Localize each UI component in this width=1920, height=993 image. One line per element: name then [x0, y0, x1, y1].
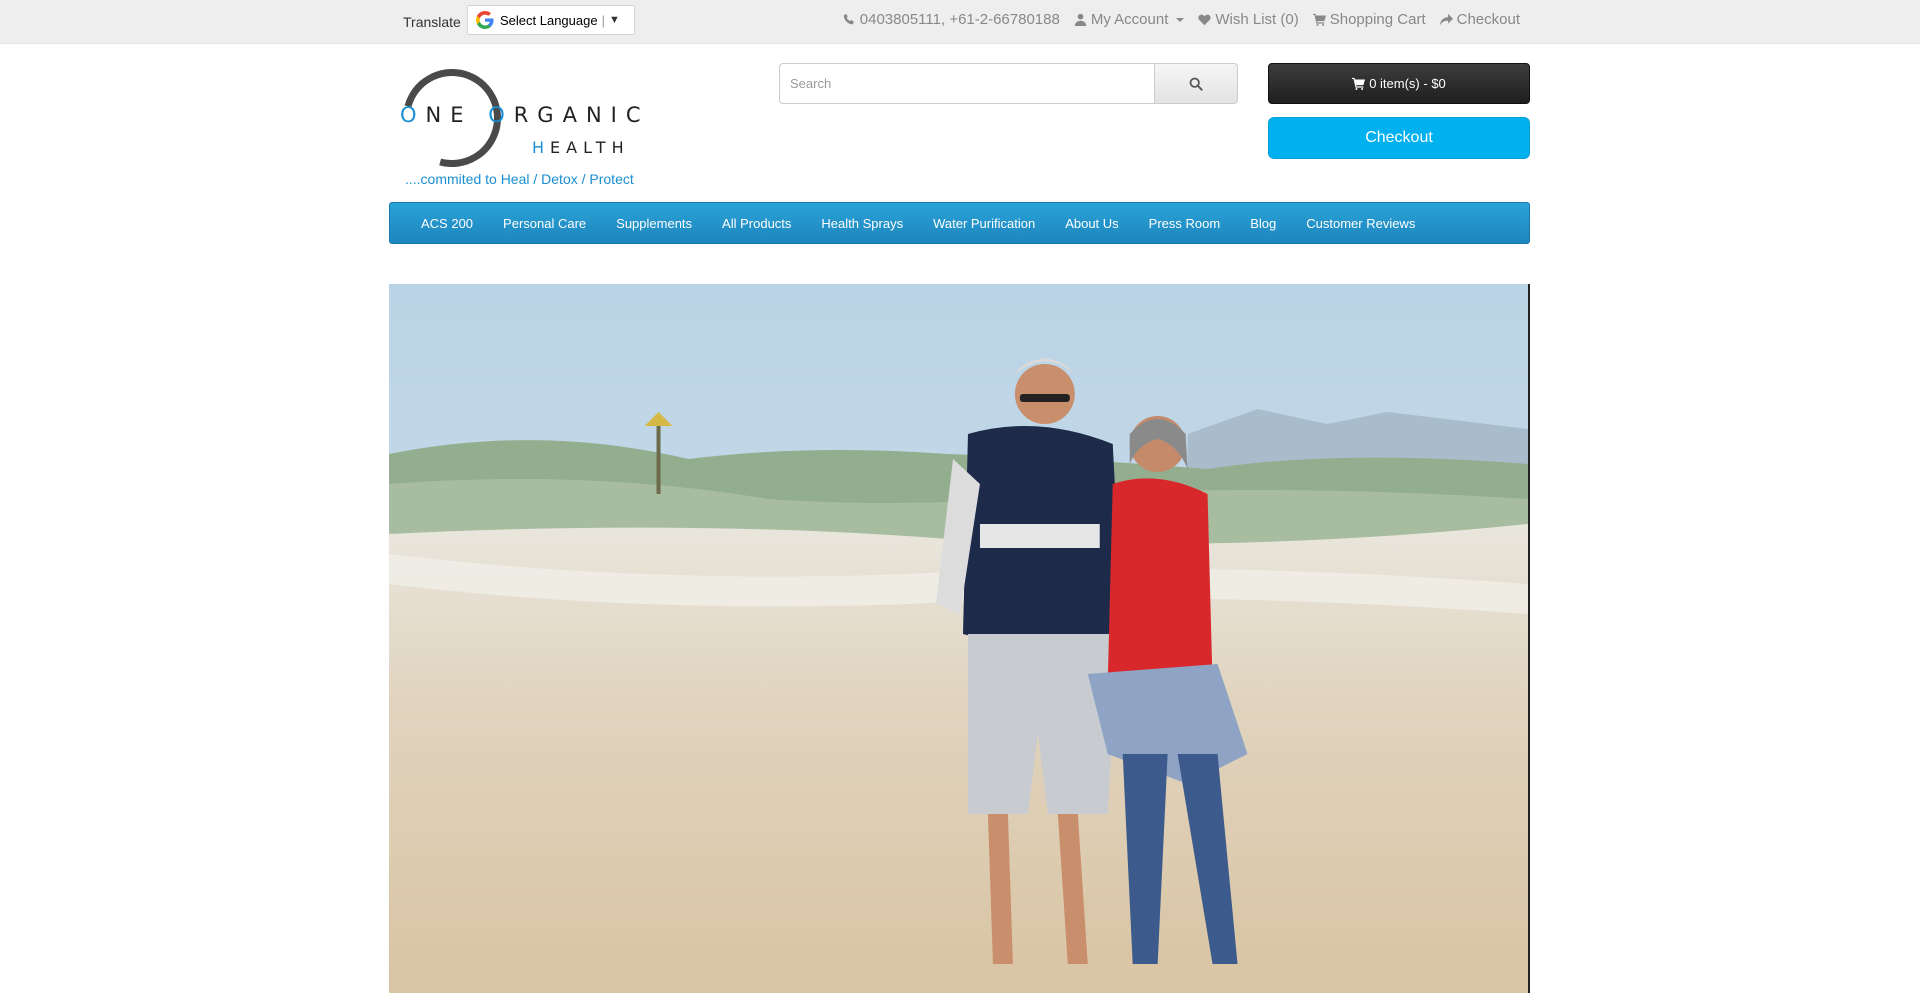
cart-summary-button[interactable]: 0 item(s) - $0: [1268, 63, 1530, 104]
checkout-link-label: Checkout: [1456, 11, 1520, 28]
checkout-button[interactable]: Checkout: [1268, 117, 1530, 159]
nav-item-customer-reviews[interactable]: Customer Reviews: [1291, 216, 1430, 231]
cart-icon: [1312, 13, 1326, 26]
main-nav: ACS 200 Personal Care Supplements All Pr…: [389, 202, 1530, 244]
nav-item-press-room[interactable]: Press Room: [1134, 216, 1236, 231]
nav-item-supplements[interactable]: Supplements: [601, 216, 707, 231]
shopping-cart-label: Shopping Cart: [1329, 11, 1426, 28]
share-icon: [1439, 13, 1453, 26]
translate-label: Translate: [403, 14, 461, 30]
nav-item-personal-care[interactable]: Personal Care: [488, 216, 601, 231]
language-select-divider: |: [601, 12, 605, 28]
nav-item-blog[interactable]: Blog: [1235, 216, 1291, 231]
nav-item-health-sprays[interactable]: Health Sprays: [806, 216, 918, 231]
logo-wordmark-line2: HEALTH: [532, 138, 630, 157]
my-account-label: My Account: [1090, 11, 1169, 28]
caret-down-icon: [1176, 17, 1185, 22]
site-logo[interactable]: ONE ORGANIC HEALTH ....commited to Heal …: [385, 51, 668, 191]
nav-item-water-purification[interactable]: Water Purification: [918, 216, 1050, 231]
language-select[interactable]: Select Language | ▼: [467, 5, 635, 35]
phone-icon: [843, 13, 854, 25]
user-icon: [1074, 13, 1087, 26]
cart-summary-label: 0 item(s) - $0: [1369, 76, 1446, 91]
my-account-link[interactable]: My Account: [1074, 11, 1185, 28]
search-bar: [779, 63, 1238, 104]
chevron-down-icon: ▼: [608, 14, 620, 26]
logo-wordmark-line1: ONE ORGANIC: [400, 103, 650, 127]
search-icon: [1189, 77, 1203, 91]
top-bar: Translate Select Language | ▼ 0403805111…: [0, 0, 1920, 44]
shopping-cart-link[interactable]: Shopping Cart: [1312, 11, 1426, 28]
phone-number: 0403805111, +61-2-66780188: [859, 11, 1060, 28]
cart-icon: [1352, 77, 1366, 90]
language-select-label: Select Language: [500, 12, 598, 28]
search-button[interactable]: [1154, 63, 1238, 104]
heart-icon: [1198, 14, 1211, 26]
logo-tagline: ....commited to Heal / Detox / Protect: [405, 171, 634, 187]
nav-item-about-us[interactable]: About Us: [1050, 216, 1133, 231]
google-icon: [476, 11, 494, 29]
hero-banner-image[interactable]: [389, 284, 1530, 993]
phone-link[interactable]: 0403805111, +61-2-66780188: [843, 11, 1060, 28]
wish-list-link[interactable]: Wish List (0): [1198, 11, 1299, 28]
search-input[interactable]: [779, 63, 1154, 104]
nav-item-acs-200[interactable]: ACS 200: [406, 216, 488, 231]
nav-item-all-products[interactable]: All Products: [707, 216, 806, 231]
beach-couple-photo: [389, 284, 1528, 993]
top-links: 0403805111, +61-2-66780188 My Account Wi…: [843, 11, 1520, 28]
checkout-link[interactable]: Checkout: [1439, 11, 1520, 28]
wish-list-label: Wish List (0): [1215, 11, 1299, 28]
